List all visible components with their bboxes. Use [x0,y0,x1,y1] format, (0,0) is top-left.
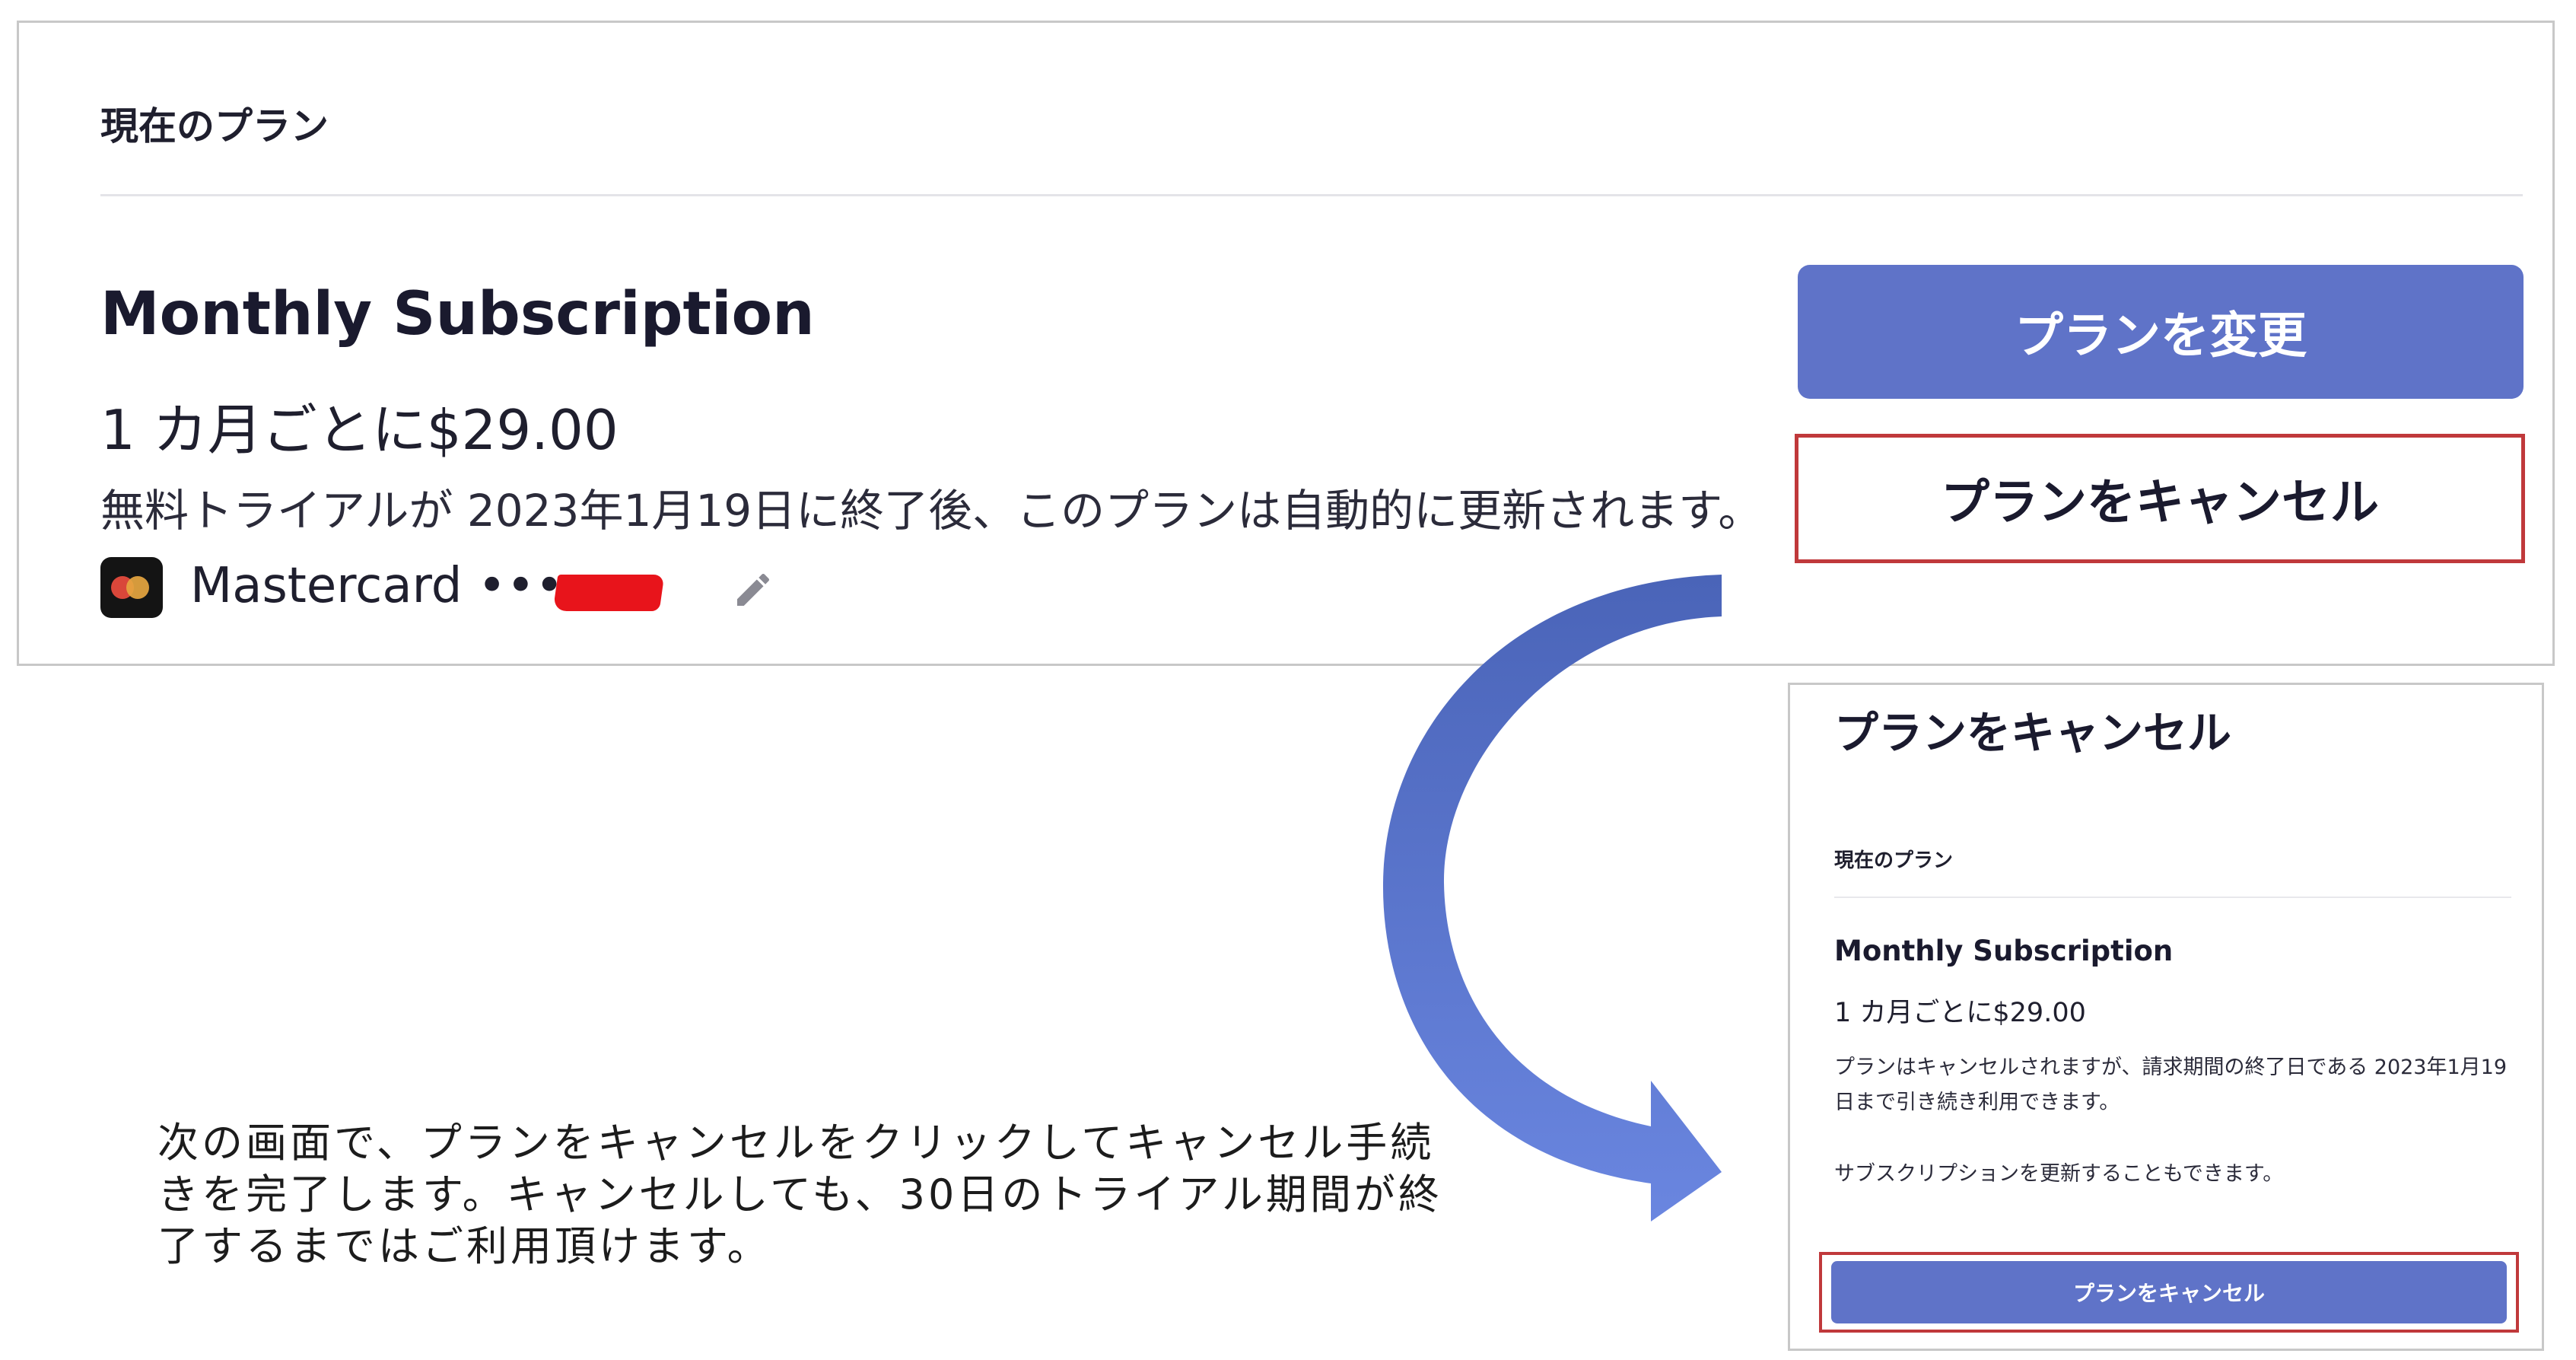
highlight-frame: プランをキャンセル [1819,1252,2519,1333]
dialog-divider [1834,897,2511,898]
plan-name: Monthly Subscription [100,280,815,349]
redaction-mark [552,575,665,611]
cancel-plan-button[interactable]: プランをキャンセル [1795,434,2525,563]
dialog-section-title: 現在のプラン [1834,849,1954,872]
dialog-cancel-note: プランはキャンセルされますが、請求期間の終了日である 2023年1月19日まで引… [1834,1056,2508,1114]
card-label: Mastercard •••• [190,558,593,614]
plan-price: 1 カ月ごとに$29.00 [100,398,619,462]
dialog-renew-note: サブスクリプションを更新することもできます。 [1834,1162,2284,1186]
confirm-cancel-button[interactable]: プランをキャンセル [1831,1261,2507,1323]
payment-method-row: Mastercard •••• [100,553,785,622]
change-plan-button[interactable]: プランを変更 [1798,265,2524,399]
cancel-plan-dialog: プランをキャンセル 現在のプラン Monthly Subscription 1 … [1788,683,2544,1351]
dialog-title: プランをキャンセル [1834,707,2232,759]
dialog-plan-price: 1 カ月ごとに$29.00 [1834,998,2086,1028]
instruction-text: 次の画面で、プランをキャンセルをクリックしてキャンセル手続きを完了します。キャン… [157,1119,1442,1270]
section-divider [100,194,2523,196]
dialog-plan-name: Monthly Subscription [1834,935,2174,967]
mastercard-icon [100,557,163,618]
section-title: 現在のプラン [100,104,329,148]
current-plan-panel: 現在のプラン Monthly Subscription 1 カ月ごとに$29.0… [17,21,2555,666]
renewal-note: 無料トライアルが 2023年1月19日に終了後、このプランは自動的に更新されます… [100,485,1763,537]
pencil-icon[interactable] [732,569,774,611]
